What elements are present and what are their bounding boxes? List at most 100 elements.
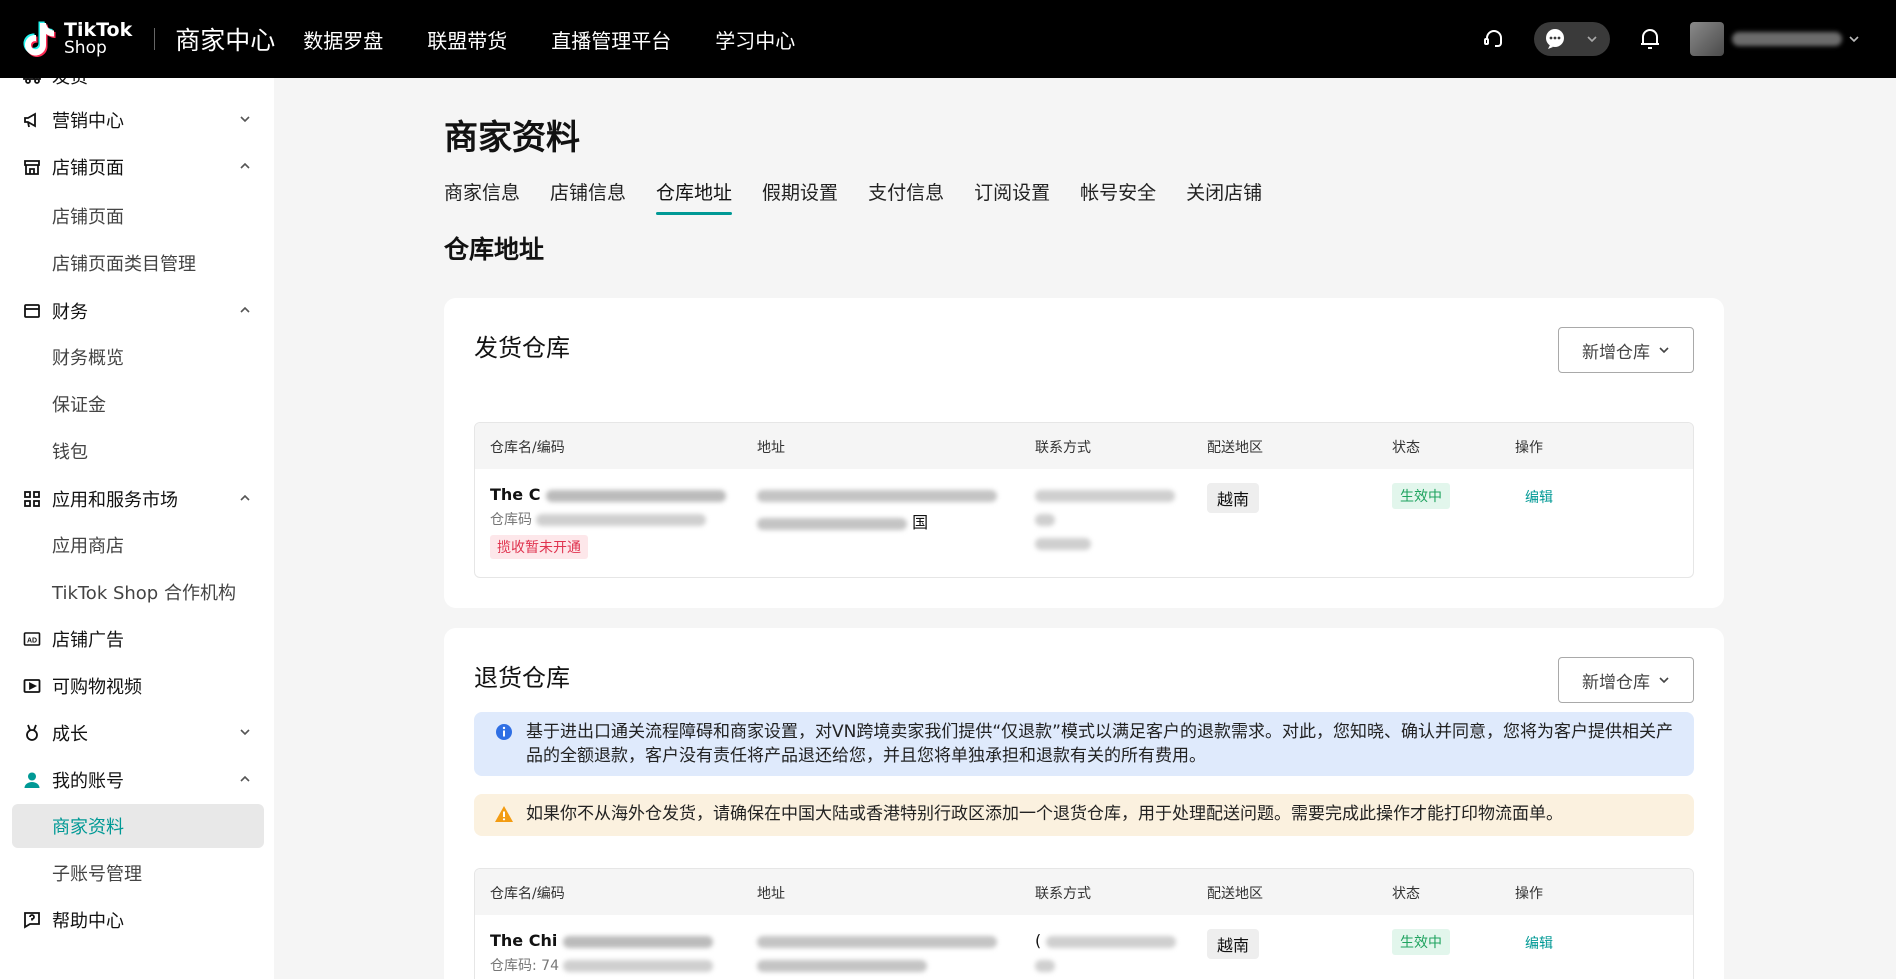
megaphone-icon [22,110,42,130]
add-warehouse-button[interactable]: 新增仓库 [1558,327,1694,373]
return-warehouse-warning: 如果你不从海外仓发货，请确保在中国大陆或香港特别行政区添加一个退货仓库，用于处理… [474,794,1694,836]
sidebar-item-growth[interactable]: 成长 [0,713,274,753]
redacted-text [1035,513,1055,526]
sidebar-item-store-page[interactable]: 店铺页面 [0,147,274,187]
col-warehouse-name: 仓库名/编码 [490,886,565,902]
store-icon [22,157,42,177]
status-badge: 生效中 [1392,929,1450,955]
headset-icon[interactable] [1474,19,1514,59]
chevron-down-icon [1849,36,1859,43]
sidebar-subitem-label: TikTok Shop 合作机构 [52,583,236,604]
sidebar-subitem-finance-overview[interactable]: 财务概览 [12,335,264,379]
sidebar-subitem-store-page[interactable]: 店铺页面 [12,194,264,238]
ship-warehouse-table: 仓库名/编码 地址 联系方式 配送地区 状态 操作 The C 仓库码 揽收暂未… [474,422,1694,578]
tiktok-shop-logo[interactable]: TikTok Shop [22,19,132,59]
tab-holiday-settings[interactable]: 假期设置 [762,178,838,214]
nav-learning-center[interactable]: 学习中心 [715,25,795,54]
tab-store-info[interactable]: 店铺信息 [550,178,626,214]
col-region: 配送地区 [1207,440,1263,456]
sidebar-subitem-partner-agencies[interactable]: TikTok Shop 合作机构 [12,570,264,614]
region-tag: 越南 [1207,929,1260,959]
refund-only-notice-text: 基于进出口通关流程障碍和商家设置，对VN跨境卖家我们提供“仅退款”模式以满足客户… [526,722,1673,766]
redacted-text [536,514,707,526]
user-menu[interactable] [1690,22,1860,56]
tab-warehouse-address[interactable]: 仓库地址 [656,178,733,215]
avatar [1690,22,1724,56]
nav-data-compass[interactable]: 数据罗盘 [303,25,383,54]
wallet-icon [22,301,42,321]
col-warehouse-name: 仓库名/编码 [490,440,565,456]
chevron-up-icon [240,494,250,501]
tab-merchant-info[interactable]: 商家信息 [444,178,520,214]
ship-warehouse-card: 发货仓库 新增仓库 仓库名/编码 地址 联系方式 配送地区 状态 操作 The … [444,298,1724,608]
top-bar: TikTok Shop 商家中心 数据罗盘 联盟带货 直播管理平台 学习中心 [0,0,1896,78]
sidebar-subitem-label: 应用商店 [52,536,124,557]
profile-tabs: 商家信息 店铺信息 仓库地址 假期设置 支付信息 订阅设置 帐号安全 关闭店铺 [444,178,1292,218]
sidebar-item-shipping[interactable]: 发货 [0,78,274,96]
edit-link[interactable]: 编辑 [1525,487,1553,507]
sidebar-subitem-deposit[interactable]: 保证金 [12,382,264,426]
redacted-text [1035,959,1055,972]
sidebar-item-store-ads[interactable]: AD 店铺广告 [0,619,274,659]
warning-icon [495,806,513,822]
contact-info-2 [1035,955,1055,974]
sidebar-subitem-label: 店铺页面 [52,207,124,228]
sidebar-subitem-merchant-profile[interactable]: 商家资料 [12,804,264,848]
chat-bubble-icon [1546,29,1564,49]
sidebar-item-label: 应用和服务市场 [52,490,178,511]
sidebar-item-marketing[interactable]: 营销中心 [0,100,274,140]
address-line-1 [757,931,997,950]
table-header: 仓库名/编码 地址 联系方式 配送地区 状态 操作 [475,869,1693,915]
nav-affiliate[interactable]: 联盟带货 [427,25,507,54]
chevron-up-icon [240,775,250,782]
address-line-2: 国 [757,509,928,533]
sidebar-subitem-label: 保证金 [52,395,106,416]
nav-live-platform[interactable]: 直播管理平台 [551,25,671,54]
contact-info [1035,485,1175,504]
seller-center-title[interactable]: 商家中心 [175,21,275,57]
user-name-redacted [1732,32,1842,46]
page-scrollbar[interactable] [1888,78,1896,898]
logo-line-2: Shop [64,38,107,58]
tab-subscription-settings[interactable]: 订阅设置 [974,178,1050,214]
sidebar-item-app-market[interactable]: 应用和服务市场 [0,479,274,519]
warehouse-code-label: 仓库码 [490,512,532,528]
chevron-down-icon [1659,347,1669,354]
chevron-up-icon [240,306,250,313]
address-line-1 [757,485,997,504]
return-warehouse-table: 仓库名/编码 地址 联系方式 配送地区 状态 操作 The Chi 仓库码: 7… [474,868,1694,979]
redacted-text [562,935,713,948]
top-right-actions [1474,0,1896,78]
sidebar-subitem-wallet[interactable]: 钱包 [12,429,264,473]
chevron-down-icon [240,116,250,123]
chevron-down-icon [244,78,246,79]
chat-dropdown[interactable] [1534,22,1610,56]
main-content: 商家资料 商家信息 店铺信息 仓库地址 假期设置 支付信息 订阅设置 帐号安全 … [274,78,1896,979]
sidebar-item-shoppable-video[interactable]: 可购物视频 [0,666,274,706]
tab-close-store[interactable]: 关闭店铺 [1186,178,1262,214]
sidebar-subitem-app-store[interactable]: 应用商店 [12,523,264,567]
redacted-text [1035,537,1091,550]
warehouse-name: The C [490,485,727,504]
sidebar-item-my-account[interactable]: 我的账号 [0,760,274,800]
address-tail: 国 [912,513,929,532]
tab-payment-info[interactable]: 支付信息 [868,178,944,214]
address-line-2 [757,955,927,974]
sidebar-item-finance[interactable]: 财务 [0,291,274,331]
add-return-warehouse-button[interactable]: 新增仓库 [1558,657,1694,703]
col-status: 状态 [1392,440,1420,456]
tab-account-security[interactable]: 帐号安全 [1080,178,1156,214]
sidebar-subitem-store-categories[interactable]: 店铺页面类目管理 [12,241,264,285]
sidebar-item-help-center[interactable]: 帮助中心 [0,900,274,940]
page-title: 商家资料 [444,118,580,158]
redacted-text [563,960,714,972]
sidebar-item-label: 可购物视频 [52,677,142,698]
table-header: 仓库名/编码 地址 联系方式 配送地区 状态 操作 [475,423,1693,469]
sidebar-item-label: 我的账号 [52,771,124,792]
edit-link[interactable]: 编辑 [1525,933,1553,953]
contact-info-2 [1035,509,1055,528]
section-title: 仓库地址 [444,235,545,264]
bell-icon[interactable] [1630,19,1670,59]
contact-prefix: ( [1035,931,1042,950]
sidebar-subitem-subaccounts[interactable]: 子账号管理 [12,851,264,895]
